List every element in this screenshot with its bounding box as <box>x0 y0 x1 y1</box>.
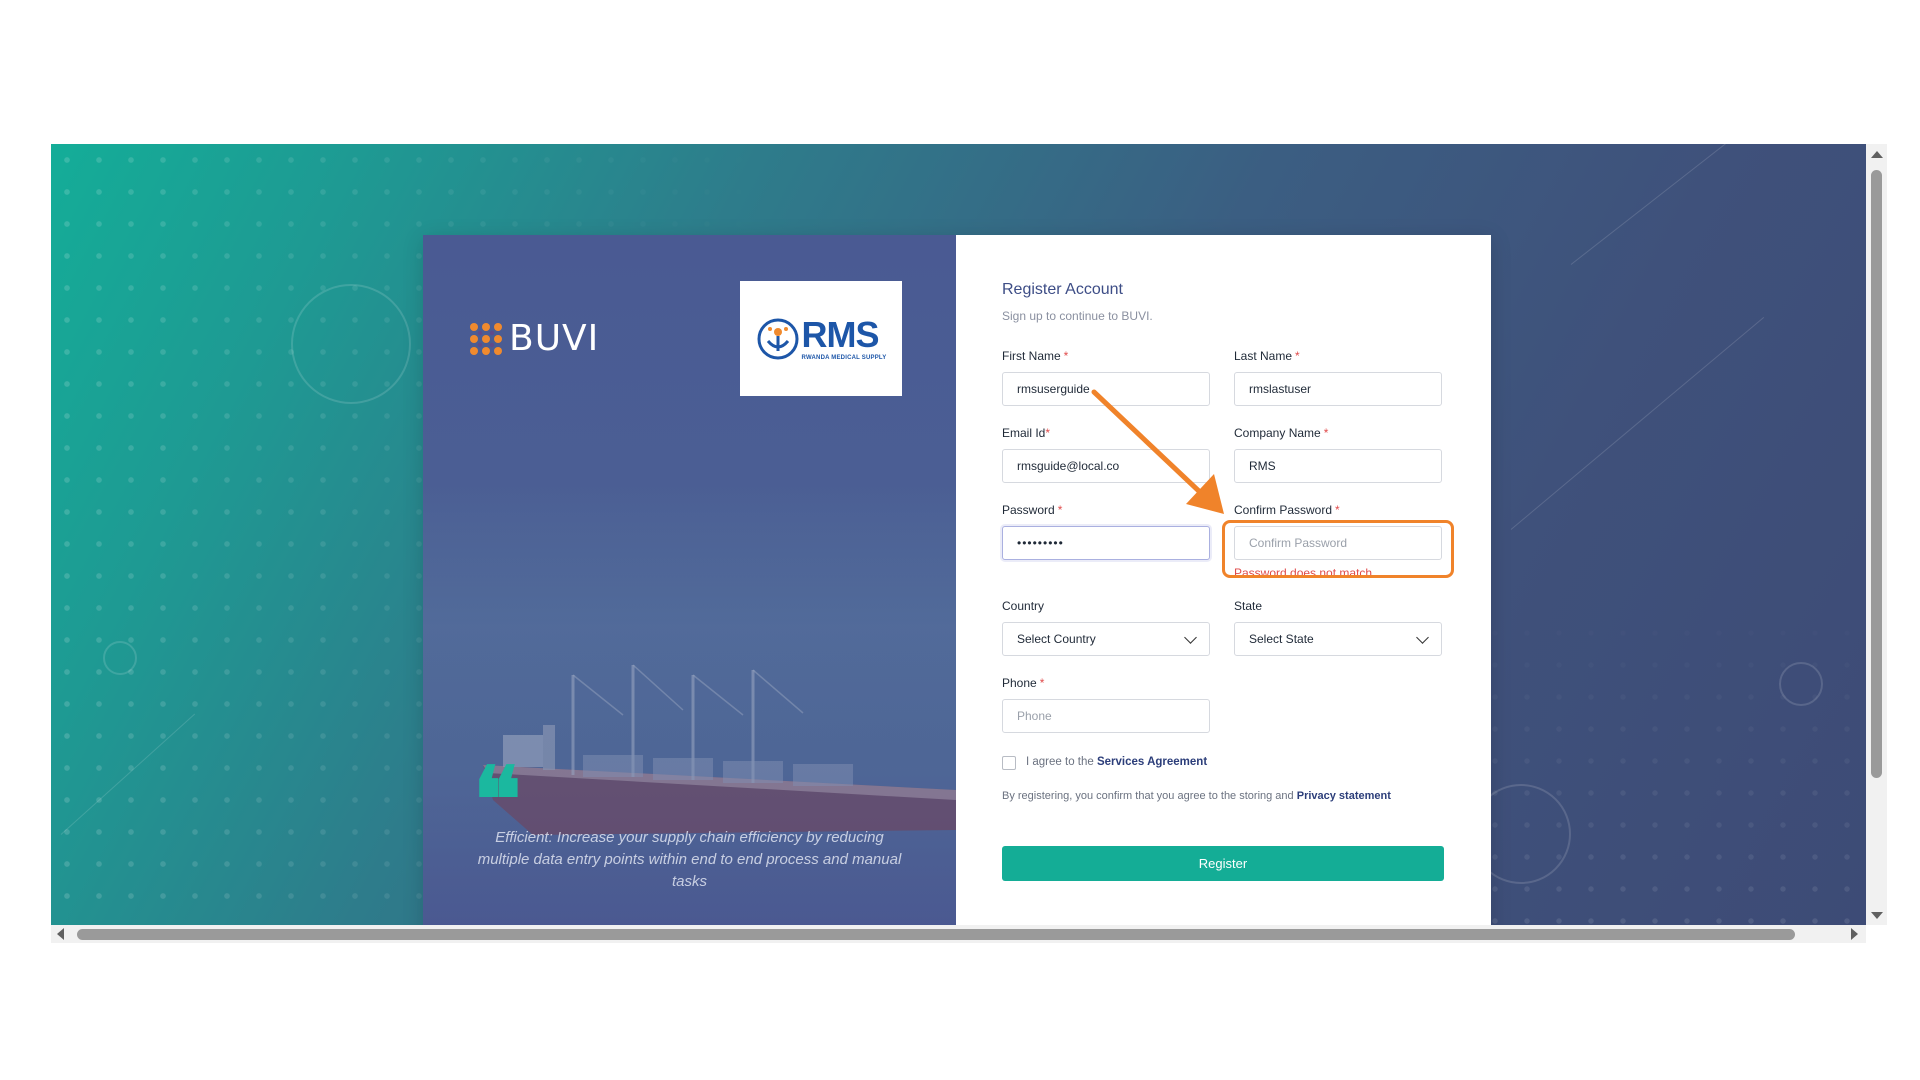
brand-panel: BUVI RMS RWANDA MEDICAL SUPPLY ❝ Efficie… <box>423 235 956 925</box>
country-label: Country <box>1002 599 1045 613</box>
scroll-down-icon[interactable] <box>1871 912 1883 919</box>
vertical-scroll-thumb[interactable] <box>1871 170 1882 778</box>
chevron-down-icon <box>1184 630 1197 644</box>
rms-logo: RMS RWANDA MEDICAL SUPPLY <box>740 281 902 396</box>
phone-label: Phone * <box>1002 676 1045 690</box>
decor-ring <box>1779 662 1823 706</box>
password-label: Password * <box>1002 503 1063 517</box>
page-background: BUVI RMS RWANDA MEDICAL SUPPLY ❝ Efficie… <box>51 144 1867 925</box>
last-name-input[interactable] <box>1234 372 1442 406</box>
phone-input[interactable] <box>1002 699 1210 733</box>
browser-viewport: BUVI RMS RWANDA MEDICAL SUPPLY ❝ Efficie… <box>51 144 1887 943</box>
arrow-annotation-icon <box>1091 389 1224 514</box>
highlight-box <box>1222 520 1454 578</box>
scroll-left-icon[interactable] <box>57 928 64 940</box>
confirm-password-label: Confirm Password * <box>1234 503 1340 517</box>
form-panel: Register Account Sign up to continue to … <box>956 235 1491 925</box>
buvi-logo: BUVI <box>469 321 599 357</box>
privacy-note: By registering, you confirm that you agr… <box>1002 790 1391 802</box>
scroll-up-icon[interactable] <box>1871 151 1883 158</box>
brand-name: BUVI <box>509 318 600 359</box>
state-select[interactable]: Select State <box>1234 622 1442 656</box>
password-input[interactable] <box>1002 526 1210 560</box>
buvi-logo-icon <box>470 323 502 355</box>
scroll-right-icon[interactable] <box>1851 928 1858 940</box>
register-button[interactable]: Register <box>1002 846 1444 881</box>
country-select[interactable]: Select Country <box>1002 622 1210 656</box>
state-select-value: Select State <box>1249 632 1314 646</box>
agree-text: I agree to the Services Agreement <box>1026 756 1208 768</box>
last-name-label: Last Name * <box>1234 349 1300 363</box>
privacy-statement-link[interactable]: Privacy statement <box>1297 790 1391 802</box>
rms-letters: RMS <box>801 313 880 355</box>
country-select-value: Select Country <box>1017 632 1096 646</box>
horizontal-scroll-thumb[interactable] <box>77 929 1795 940</box>
decor-line <box>1570 144 1792 265</box>
quote-text: Efficient: Increase your supply chain ef… <box>477 829 902 890</box>
form-title: Register Account <box>1002 281 1123 298</box>
horizontal-scrollbar[interactable] <box>51 925 1866 943</box>
services-agreement-link[interactable]: Services Agreement <box>1097 756 1207 768</box>
chevron-down-icon <box>1416 630 1429 644</box>
company-name-input[interactable] <box>1234 449 1442 483</box>
rms-subtitle: RWANDA MEDICAL SUPPLY <box>801 354 887 361</box>
vertical-scrollbar[interactable] <box>1866 144 1887 925</box>
decor-ring <box>103 641 137 675</box>
decor-ring <box>291 284 411 404</box>
first-name-label: First Name * <box>1002 349 1069 363</box>
email-label: Email Id* <box>1002 426 1051 440</box>
register-card: BUVI RMS RWANDA MEDICAL SUPPLY ❝ Efficie… <box>423 235 1491 925</box>
company-name-label: Company Name * <box>1234 426 1329 440</box>
decor-line <box>1510 316 1765 530</box>
rms-logo-icon <box>757 318 799 359</box>
form-subtitle: Sign up to continue to BUVI. <box>1002 309 1153 323</box>
state-label: State <box>1234 599 1263 613</box>
agree-checkbox[interactable] <box>1002 756 1016 770</box>
